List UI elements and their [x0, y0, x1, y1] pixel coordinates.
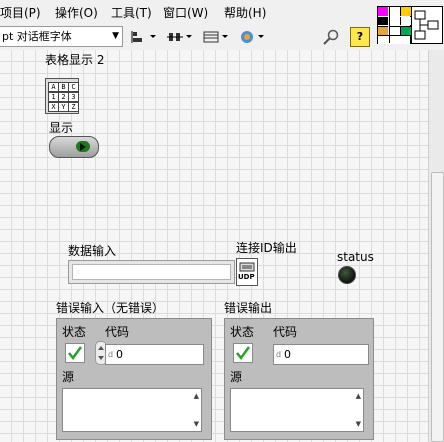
error-in-source-label: 源: [62, 370, 75, 384]
error-in-label: 错误输入（无错误）: [56, 301, 165, 315]
error-out-status-label: 状态: [230, 325, 255, 339]
reorder-icon: [241, 31, 264, 43]
display-button-label: 显示: [49, 121, 74, 135]
vertical-scrollbar[interactable]: [428, 50, 444, 442]
resize-objects-button[interactable]: [200, 26, 232, 48]
error-in-code-field[interactable]: d 0: [105, 344, 204, 365]
error-in-status-label: 状态: [62, 325, 87, 339]
scrollbar-thumb[interactable]: [431, 172, 444, 442]
menu-tools[interactable]: 工具(T): [111, 4, 152, 21]
network-vi-icon: [414, 10, 439, 40]
checkmark-icon: [236, 346, 251, 361]
resize-objects-icon: [203, 31, 228, 43]
scroll-down-icon[interactable]: ▼: [194, 420, 199, 428]
data-input-label: 数据输入: [68, 244, 117, 258]
checkmark-icon: [68, 346, 83, 361]
data-input-control: [68, 260, 235, 284]
error-out-code-field: d 0: [273, 344, 369, 365]
table-cell: 3: [68, 92, 79, 102]
error-out-code-value: 0: [284, 348, 291, 361]
menu-bar: 项目(P) 操作(O) 工具(T) 窗口(W) 帮助(H): [0, 0, 376, 22]
scroll-up-icon[interactable]: ▲: [356, 392, 361, 400]
error-out-cluster: 状态 代码 d 0 源 ▲ ▼: [224, 318, 374, 440]
menu-window[interactable]: 窗口(W): [163, 4, 208, 21]
udp-text: UDP: [238, 273, 255, 281]
radix-marker: d: [108, 350, 114, 359]
status-led[interactable]: [338, 266, 356, 284]
udp-refnum-icon[interactable]: UDP: [236, 258, 258, 286]
play-icon: [80, 143, 86, 151]
table-label: 表格显示 2: [45, 53, 105, 67]
scroll-down-icon[interactable]: ▼: [356, 420, 361, 428]
help-icon: ?: [356, 30, 364, 43]
error-in-cluster: 状态 代码 d 0 源 ▲ ▼: [56, 318, 212, 440]
font-select-value: pt 对话框字体: [2, 30, 72, 43]
connection-id-label: 连接ID输出: [236, 241, 297, 255]
error-in-status-checkbox[interactable]: [65, 343, 85, 363]
error-out-source-field: ▲ ▼: [230, 388, 364, 432]
menu-help[interactable]: 帮助(H): [224, 4, 266, 21]
search-icon: [323, 29, 339, 45]
network-icon: [239, 262, 255, 272]
context-help-button[interactable]: ?: [350, 27, 370, 47]
menu-operate[interactable]: 操作(O): [55, 4, 98, 21]
font-select[interactable]: pt 对话框字体 ▼: [0, 26, 123, 47]
error-out-label: 错误输出: [224, 301, 273, 315]
connector-pane-icon[interactable]: [377, 6, 411, 44]
align-objects-icon: [131, 31, 156, 43]
error-out-source-label: 源: [230, 370, 243, 384]
error-out-status-indicator: [233, 343, 253, 363]
data-input-field[interactable]: [72, 264, 231, 280]
chevron-down-icon: ▼: [112, 31, 119, 41]
toolbar: pt 对话框字体 ▼ ?: [0, 22, 376, 51]
align-objects-button[interactable]: [128, 26, 160, 48]
scroll-up-icon[interactable]: ▲: [194, 392, 199, 400]
error-in-code-value: 0: [116, 348, 123, 361]
menu-project[interactable]: 项目(P): [0, 4, 41, 21]
search-button[interactable]: [318, 26, 344, 48]
display-button[interactable]: [49, 136, 99, 158]
table-cell: Z: [68, 102, 79, 112]
distribute-objects-button[interactable]: [164, 26, 196, 48]
error-out-code-label: 代码: [273, 325, 298, 339]
radix-marker: d: [276, 350, 282, 359]
table-indicator-icon[interactable]: A B C 1 2 3 X Y Z: [45, 78, 79, 114]
table-cell: C: [68, 82, 79, 92]
status-label: status: [337, 250, 374, 264]
vi-icon[interactable]: [411, 6, 443, 44]
error-in-source-field[interactable]: ▲ ▼: [62, 388, 202, 432]
reorder-button[interactable]: [236, 26, 268, 48]
error-in-code-label: 代码: [105, 325, 130, 339]
distribute-objects-icon: [167, 33, 192, 41]
